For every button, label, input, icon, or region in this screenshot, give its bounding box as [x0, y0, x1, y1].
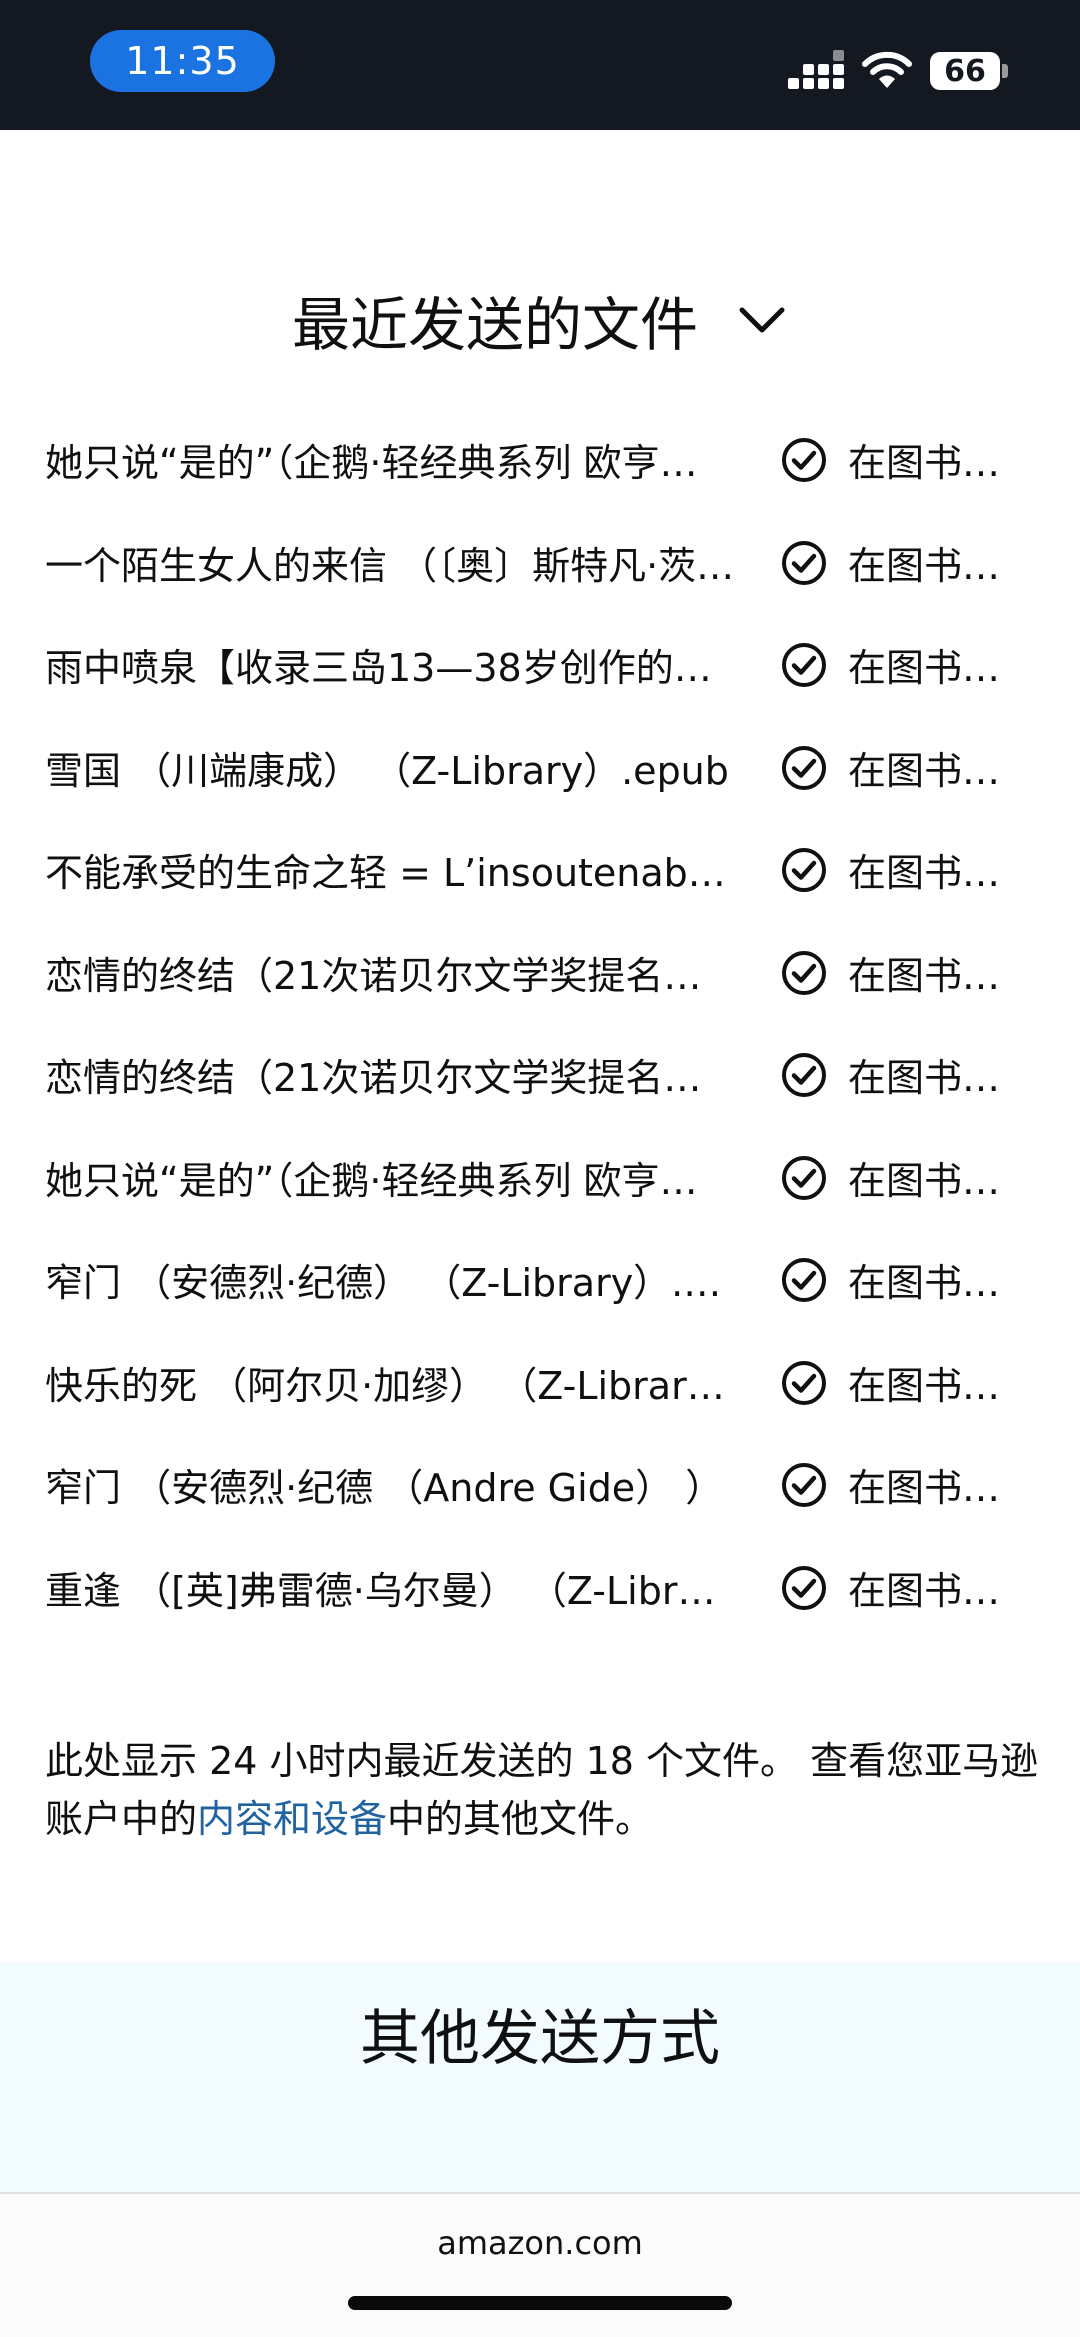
info-text-after: 中的其他文件。 [387, 1797, 654, 1841]
file-name: 恋情的终结（21次诺贝尔文学奖提名作家格林 [45, 953, 735, 998]
clock-pill[interactable]: 11:35 [90, 30, 275, 92]
check-circle-icon [782, 950, 826, 995]
file-row[interactable]: 她只说“是的”（企鹅·轻经典系列 欧亨利等 在图书馆中 [0, 1128, 1080, 1231]
library-status: 在图书馆中 [848, 441, 1018, 485]
library-status: 在图书馆中 [848, 1466, 1018, 1510]
file-row[interactable]: 雪国 （川端康成） （Z-Library）.epub 在图书馆中 [0, 718, 1080, 821]
file-name: 恋情的终结（21次诺贝尔文学奖提名作家格林 [45, 1056, 735, 1100]
check-circle-icon [782, 1565, 826, 1610]
file-name: 不能承受的生命之轻 = L’insoutenable légèreté [45, 851, 735, 895]
library-status: 在图书馆中 [848, 1056, 1018, 1100]
check-circle-icon [782, 745, 826, 790]
library-status: 在图书馆中 [848, 748, 1018, 793]
check-circle-icon [782, 438, 826, 482]
file-name: 她只说“是的”（企鹅·轻经典系列 欧亨利等 [45, 441, 735, 485]
file-name: 一个陌生女人的来信 （〔奥〕斯特凡·茨威格 [45, 543, 735, 588]
file-row[interactable]: 不能承受的生命之轻 = L’insoutenable légèreté 在图书馆中 [0, 820, 1080, 923]
content-and-devices-link[interactable]: 内容和设备 [197, 1797, 387, 1841]
browser-bottom-bar [0, 2192, 1080, 2337]
library-status: 在图书馆中 [848, 851, 1018, 895]
file-row[interactable]: 恋情的终结（21次诺贝尔文学奖提名作家格林 在图书馆中 [0, 923, 1080, 1026]
check-circle-icon [782, 1360, 826, 1405]
library-status: 在图书馆中 [848, 1158, 1018, 1203]
file-row[interactable]: 窄门 （安德烈·纪德） （Z-Library）.epub 在图书馆中 [0, 1230, 1080, 1333]
chevron-down-icon [739, 307, 785, 333]
battery-tip [1002, 64, 1008, 78]
library-status: 在图书馆中 [848, 646, 1018, 690]
check-circle-icon [782, 1463, 826, 1507]
status-bar: 11:35 66 [0, 0, 1080, 130]
check-circle-icon [782, 848, 826, 892]
file-name: 重逢 （[英]弗雷德·乌尔曼） （Z-Library）.epub [45, 1568, 735, 1613]
url-display[interactable]: amazon.com [0, 2224, 1080, 2262]
file-row[interactable]: 窄门 （安德烈·纪德 （Andre Gide） ） 在图书馆中 [0, 1435, 1080, 1538]
file-name: 雪国 （川端康成） （Z-Library）.epub [45, 748, 729, 793]
section-title: 最近发送的文件 [291, 291, 698, 359]
file-row[interactable]: 雨中喷泉【收录三岛13—38岁创作的短篇小说 在图书馆中 [0, 615, 1080, 718]
file-name: 窄门 （安德烈·纪德） （Z-Library）.epub [45, 1261, 735, 1305]
library-status: 在图书馆中 [848, 1568, 1018, 1613]
file-row[interactable]: 重逢 （[英]弗雷德·乌尔曼） （Z-Library）.epub 在图书馆中 [0, 1538, 1080, 1641]
check-circle-icon [782, 643, 826, 687]
info-text: 此处显示 24 小时内最近发送的 18 个文件。 查看您亚马逊账户中的内容和设备… [45, 1732, 1045, 1848]
battery-icon: 66 [930, 52, 1000, 90]
library-status: 在图书馆中 [848, 543, 1018, 588]
recent-files-header[interactable]: 最近发送的文件 [0, 270, 1080, 370]
library-status: 在图书馆中 [848, 1363, 1018, 1408]
other-methods-title: 其他发送方式 [360, 2004, 720, 2074]
file-list: 她只说“是的”（企鹅·轻经典系列 欧亨利等在图书馆中一个陌生女人的来信 （〔奥〕… [0, 410, 1080, 1640]
file-name: 她只说“是的”（企鹅·轻经典系列 欧亨利等 [45, 1158, 735, 1203]
file-row[interactable]: 一个陌生女人的来信 （〔奥〕斯特凡·茨威格 在图书馆中 [0, 513, 1080, 616]
file-row[interactable]: 她只说“是的”（企鹅·轻经典系列 欧亨利等 在图书馆中 [0, 410, 1080, 513]
library-status: 在图书馆中 [848, 1261, 1018, 1305]
file-row[interactable]: 恋情的终结（21次诺贝尔文学奖提名作家格林 在图书馆中 [0, 1025, 1080, 1128]
check-circle-icon [782, 1258, 826, 1302]
check-circle-icon [782, 1155, 826, 1200]
battery-level: 66 [944, 53, 986, 89]
file-name: 快乐的死 （阿尔贝·加缪） （Z-Library）.epub [45, 1363, 735, 1408]
check-circle-icon [782, 540, 826, 585]
file-name: 雨中喷泉【收录三岛13—38岁创作的短篇小说 [45, 646, 735, 690]
check-circle-icon [782, 1053, 826, 1097]
library-status: 在图书馆中 [848, 953, 1018, 998]
file-name: 窄门 （安德烈·纪德 （Andre Gide） ） [45, 1466, 724, 1510]
wifi-icon [862, 51, 912, 88]
clock-time: 11:35 [125, 39, 240, 83]
file-row[interactable]: 快乐的死 （阿尔贝·加缪） （Z-Library）.epub 在图书馆中 [0, 1333, 1080, 1436]
home-indicator[interactable] [348, 2296, 732, 2310]
cellular-signal-icon [788, 50, 844, 90]
